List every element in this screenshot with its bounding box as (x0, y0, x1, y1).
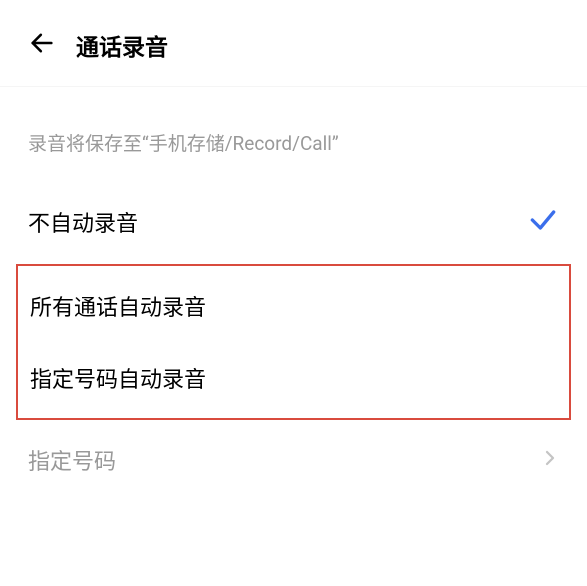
check-icon (527, 204, 559, 240)
header-bar: 通话录音 (0, 0, 587, 87)
option-no-auto-record[interactable]: 不自动录音 (0, 184, 587, 260)
highlighted-options: 所有通话自动录音 指定号码自动录音 (16, 264, 571, 420)
option-label: 指定号码自动录音 (30, 362, 206, 394)
storage-hint: 录音将保存至“手机存储/Record/Call” (0, 97, 587, 184)
option-specific-number[interactable]: 指定号码 (0, 424, 587, 496)
chevron-right-icon (541, 449, 559, 471)
content-area: 录音将保存至“手机存储/Record/Call” 不自动录音 所有通话自动录音 … (0, 87, 587, 496)
option-label: 不自动录音 (28, 206, 138, 238)
option-label: 指定号码 (28, 444, 116, 476)
arrow-left-icon (28, 29, 56, 61)
option-specific-number-record[interactable]: 指定号码自动录音 (18, 342, 569, 414)
option-label: 所有通话自动录音 (30, 290, 206, 322)
option-all-calls-record[interactable]: 所有通话自动录音 (18, 270, 569, 342)
back-button[interactable] (28, 29, 56, 61)
page-title: 通话录音 (76, 28, 168, 62)
